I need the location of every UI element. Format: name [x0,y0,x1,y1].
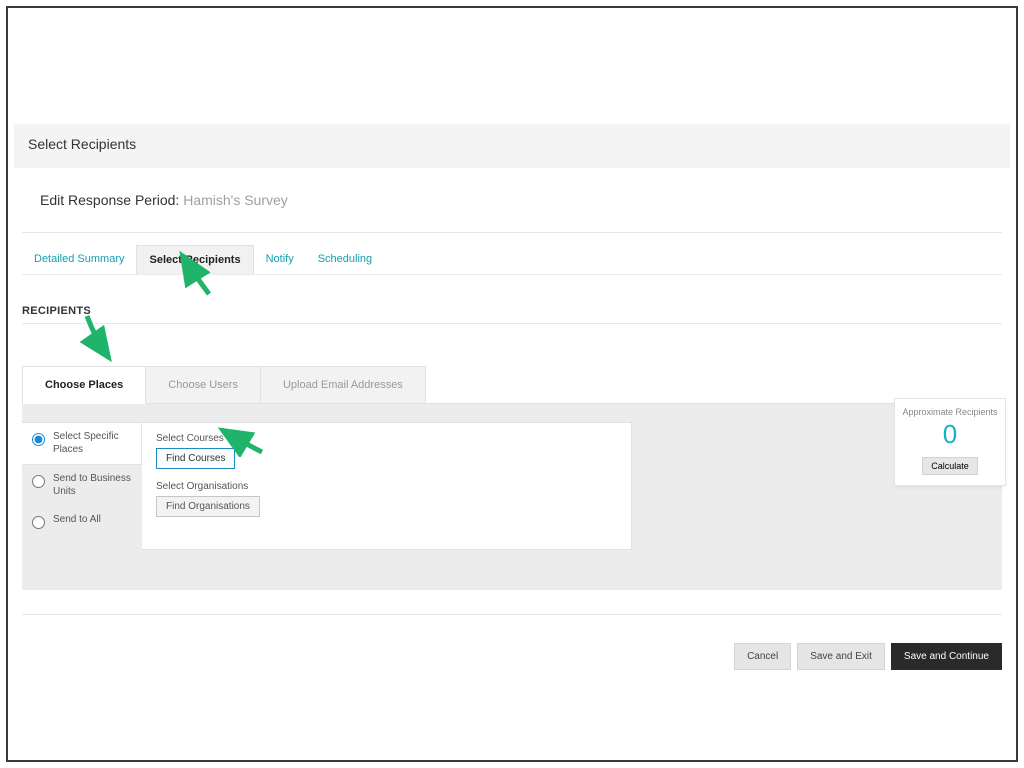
radio-send-to-all[interactable]: Send to All [22,506,142,537]
select-courses-label: Select Courses [156,433,617,444]
save-and-exit-button[interactable]: Save and Exit [797,643,885,670]
radio-label-business-units: Send to Business Units [53,473,132,498]
select-organisations-label: Select Organisations [156,481,617,492]
subtab-choose-users[interactable]: Choose Users [146,366,261,404]
approximate-recipients-box: Approximate Recipients 0 Calculate [894,398,1006,486]
page-header: Select Recipients [14,124,1010,168]
recipients-section: RECIPIENTS Choose Places Choose Users Up… [22,305,1002,590]
place-scope-radios: Select Specific Places Send to Business … [22,422,142,550]
tab-notify[interactable]: Notify [254,245,306,274]
tab-select-recipients[interactable]: Select Recipients [136,245,253,274]
subtab-upload-emails[interactable]: Upload Email Addresses [261,366,426,404]
survey-name: Hamish's Survey [183,192,288,208]
save-and-continue-button[interactable]: Save and Continue [891,643,1002,670]
section-title: RECIPIENTS [22,305,1002,324]
approx-label: Approximate Recipients [901,407,999,417]
radio-select-specific-places[interactable]: Select Specific Places [22,422,142,465]
radio-input-all[interactable] [32,516,45,529]
main-tabs: Detailed Summary Select Recipients Notif… [22,245,1002,275]
choose-places-panel: Select Specific Places Send to Business … [22,403,1002,590]
page-title: Select Recipients [28,136,996,152]
cancel-button[interactable]: Cancel [734,643,791,670]
approx-count: 0 [901,419,999,450]
calculate-button[interactable]: Calculate [922,457,978,475]
survey-card: Edit Response Period: Hamish's Survey [22,178,1002,233]
footer-actions: Cancel Save and Exit Save and Continue [22,643,1002,670]
footer-divider [22,614,1002,615]
place-controls: Select Courses Find Courses Select Organ… [142,422,632,550]
tab-detailed-summary[interactable]: Detailed Summary [22,245,136,274]
tab-scheduling[interactable]: Scheduling [306,245,384,274]
card-title-prefix: Edit Response Period: [40,192,183,208]
radio-input-specific[interactable] [32,433,45,446]
radio-label-all: Send to All [53,514,101,527]
find-courses-button[interactable]: Find Courses [156,448,235,469]
radio-send-business-units[interactable]: Send to Business Units [22,465,142,506]
recipient-subtabs: Choose Places Choose Users Upload Email … [22,366,1002,404]
find-organisations-button[interactable]: Find Organisations [156,496,260,517]
radio-label-specific: Select Specific Places [53,431,131,456]
radio-input-business-units[interactable] [32,475,45,488]
subtab-choose-places[interactable]: Choose Places [22,366,146,404]
